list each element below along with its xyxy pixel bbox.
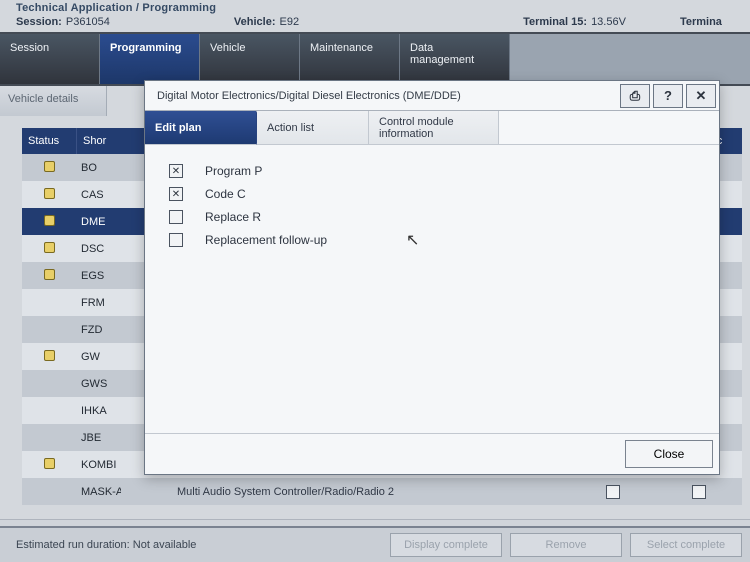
vehicle-label: Vehicle: — [234, 16, 276, 28]
col-short: Shor — [77, 128, 121, 154]
checkbox-icon[interactable] — [169, 187, 183, 201]
breadcrumb-bar: Technical Application / Programming Sess… — [0, 0, 750, 32]
short-name: GW — [77, 351, 121, 363]
session-info-row: Session: P361054 Vehicle:E92 Terminal 15:… — [16, 14, 734, 32]
status-cell — [22, 269, 77, 283]
status-indicator-icon — [44, 188, 55, 199]
short-name: BO — [77, 162, 121, 174]
status-indicator-icon — [44, 350, 55, 361]
nav-programming[interactable]: Programming — [100, 34, 200, 84]
short-name: MASK-Aggregat — [77, 486, 121, 498]
help-icon[interactable]: ? — [653, 84, 683, 108]
dialog-header: Digital Motor Electronics/Digital Diesel… — [145, 81, 719, 111]
edit-plan-option[interactable]: Code C — [169, 187, 695, 201]
checkbox-icon[interactable] — [169, 164, 183, 178]
short-name: IHKA — [77, 405, 121, 417]
short-name: FZD — [77, 324, 121, 336]
option-label: Program P — [205, 164, 262, 178]
tab-control-module-info[interactable]: Control module information — [369, 111, 499, 144]
session-label: Session: — [16, 16, 62, 28]
tab-action-list[interactable]: Action list — [257, 111, 369, 144]
close-button[interactable]: Close — [625, 440, 713, 468]
vehicle-value: E92 — [279, 16, 299, 28]
status-indicator-icon — [44, 215, 55, 226]
short-name: FRM — [77, 297, 121, 309]
close-icon[interactable]: ✕ — [686, 84, 716, 108]
estimated-duration: Estimated run duration: Not available — [0, 539, 390, 551]
dialog-tabs: Edit plan Action list Control module inf… — [145, 111, 719, 145]
status-indicator-icon — [44, 269, 55, 280]
nav-data-management[interactable]: Data management — [400, 34, 510, 84]
short-name: CAS — [77, 189, 121, 201]
status-cell — [22, 161, 77, 175]
select-complete-button[interactable]: Select complete — [630, 533, 742, 557]
tab-edit-plan[interactable]: Edit plan — [145, 111, 257, 144]
short-name: EGS — [77, 270, 121, 282]
edit-plan-option[interactable]: Program P — [169, 164, 695, 178]
table-row[interactable]: MASK-AggregatMulti Audio System Controll… — [22, 478, 742, 505]
option-label: Replacement follow-up — [205, 233, 327, 247]
short-name: JBE — [77, 432, 121, 444]
status-cell — [22, 242, 77, 256]
tab-vehicle-details[interactable]: Vehicle details — [0, 86, 107, 116]
app-root: Technical Application / Programming Sess… — [0, 0, 750, 562]
remove-button[interactable]: Remove — [510, 533, 622, 557]
mouse-cursor: ↖ — [406, 230, 419, 250]
status-cell — [22, 458, 77, 472]
breadcrumb: Technical Application / Programming — [16, 2, 734, 14]
option-label: Code C — [205, 187, 246, 201]
dialog-body: Program P Code C Replace R Replacement foll… — [145, 145, 719, 433]
short-name: KOMBI — [77, 459, 121, 471]
status-indicator-icon — [44, 458, 55, 469]
display-complete-button[interactable]: Display complete — [390, 533, 502, 557]
nav-session[interactable]: Session — [0, 34, 100, 84]
edit-plan-option[interactable]: Replace R — [169, 210, 695, 224]
option-label: Replace R — [205, 210, 261, 224]
col4-check[interactable] — [570, 485, 656, 499]
status-indicator-icon — [44, 161, 55, 172]
short-name: DME — [77, 216, 121, 228]
checkbox-icon[interactable] — [169, 210, 183, 224]
description: Multi Audio System Controller/Radio/Radi… — [121, 486, 570, 498]
checkbox-icon[interactable] — [169, 233, 183, 247]
status-cell — [22, 350, 77, 364]
bottom-bar: Estimated run duration: Not available Di… — [0, 526, 750, 562]
dialog-title: Digital Motor Electronics/Digital Diesel… — [145, 90, 620, 102]
dialog-footer: Close — [145, 433, 719, 474]
col-status: Status — [22, 128, 77, 154]
status-cell — [22, 215, 77, 229]
short-name: GWS — [77, 378, 121, 390]
session-value: P361054 — [66, 16, 110, 28]
col5-check[interactable] — [656, 485, 742, 499]
nav-maintenance[interactable]: Maintenance — [300, 34, 400, 84]
edit-plan-dialog: Digital Motor Electronics/Digital Diesel… — [144, 80, 720, 475]
primary-nav: Session Programming Vehicle Maintenance … — [0, 32, 750, 86]
terminal15-value: 13.56V — [591, 16, 626, 28]
nav-vehicle[interactable]: Vehicle — [200, 34, 300, 84]
terminal30-label: Termina — [680, 16, 722, 28]
status-indicator-icon — [44, 242, 55, 253]
terminal15-label: Terminal 15: — [523, 16, 587, 28]
edit-plan-option[interactable]: Replacement follow-up — [169, 233, 695, 247]
short-name: DSC — [77, 243, 121, 255]
status-cell — [22, 188, 77, 202]
print-icon[interactable]: ⎙ — [620, 84, 650, 108]
